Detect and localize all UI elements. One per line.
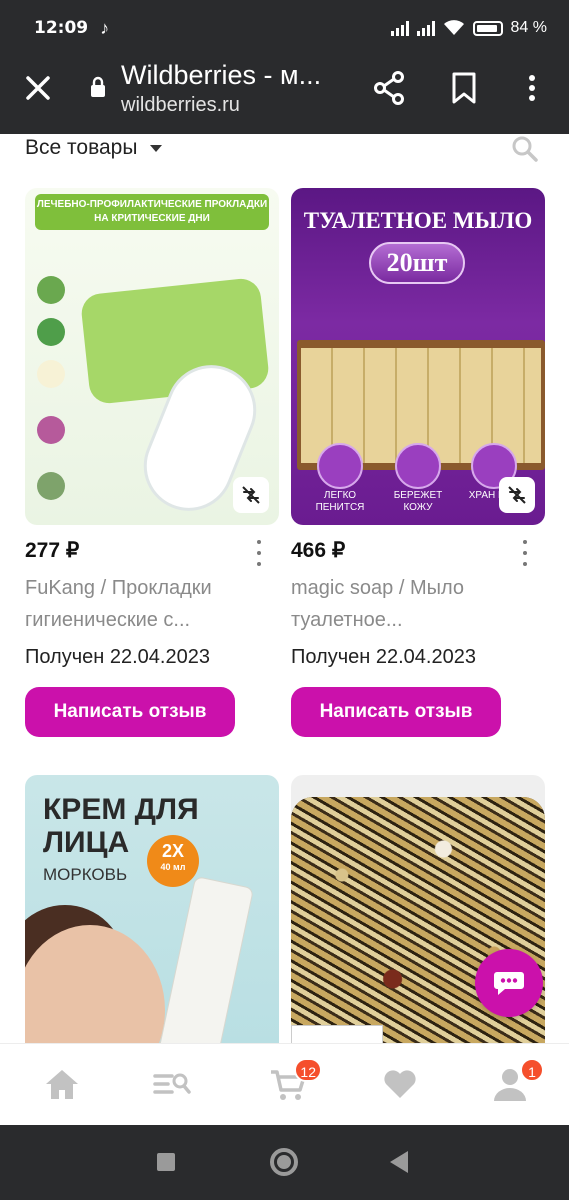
foam-icon xyxy=(317,443,363,489)
herb-echinacea-icon xyxy=(37,416,65,444)
image-badge: 2X 40 мл xyxy=(147,835,199,887)
status-indicators: 84 % xyxy=(390,19,547,37)
system-nav-bar xyxy=(0,1125,569,1200)
feature-label: БЕРЕЖЕТ КОЖУ xyxy=(393,490,443,513)
home-button-icon[interactable] xyxy=(270,1148,298,1176)
chevron-down-icon[interactable] xyxy=(150,145,162,152)
herb-chamomile-icon xyxy=(37,360,65,388)
product-price: 466 ₽ xyxy=(291,539,346,562)
received-date: Получен 22.04.2023 xyxy=(291,646,476,668)
cart-badge: 12 xyxy=(294,1058,322,1082)
filter-dropdown[interactable]: Все товары xyxy=(25,136,137,160)
package-label xyxy=(291,1025,383,1043)
hand-icon xyxy=(395,443,441,489)
feature-label: ЛЕГКО ПЕНИТСЯ xyxy=(315,490,365,513)
battery-percent: 84 % xyxy=(510,19,547,36)
herb-mint-icon xyxy=(37,318,65,346)
tiktok-icon: ♪ xyxy=(100,17,110,38)
nav-cart[interactable]: 12 xyxy=(268,1058,322,1102)
write-review-button[interactable]: Написать отзыв xyxy=(291,687,501,737)
image-title: ТУАЛЕТНОЕ МЫЛО xyxy=(303,208,533,233)
status-bar: 12:09 ♪ 84 % xyxy=(0,0,569,56)
favorites-icon[interactable] xyxy=(380,1066,420,1102)
share-icon[interactable] xyxy=(373,70,405,106)
product-image-1[interactable]: ЛЕЧЕБНО-ПРОФИЛАКТИЧЕСКИЕ ПРОКЛАДКИ НА КР… xyxy=(25,188,279,525)
product-description[interactable]: FuKang / Прокладки гигиенические с... xyxy=(25,572,265,636)
herb-aloe-icon xyxy=(37,276,65,304)
home-icon[interactable] xyxy=(42,1066,82,1102)
more-vert-icon[interactable] xyxy=(252,538,266,568)
battery-icon xyxy=(472,20,503,36)
status-time: 12:09 xyxy=(34,18,89,38)
recents-icon[interactable] xyxy=(157,1153,175,1171)
bottom-nav: 12 1 xyxy=(0,1043,569,1125)
catalog-search-icon[interactable] xyxy=(152,1066,192,1102)
close-icon[interactable] xyxy=(22,72,54,104)
page-url[interactable]: wildberries.ru xyxy=(121,94,240,117)
filter-row: Все товары xyxy=(0,134,569,164)
product-image-2[interactable]: ТУАЛЕТНОЕ МЫЛО 20шт ЛЕГКО ПЕНИТСЯ БЕРЕЖЕ… xyxy=(291,188,545,525)
product-description[interactable]: magic soap / Мыло туалетное... xyxy=(291,572,531,636)
write-review-button[interactable]: Написать отзыв xyxy=(25,687,235,737)
image-banner: ЛЕЧЕБНО-ПРОФИЛАКТИЧЕСКИЕ ПРОКЛАДКИ НА КР… xyxy=(35,194,269,230)
product-image-3[interactable]: КРЕМ ДЛЯ ЛИЦА МОРКОВЬ 2X 40 мл xyxy=(25,775,279,1043)
bookmark-icon[interactable] xyxy=(450,70,478,106)
chat-button[interactable] xyxy=(475,949,543,1017)
product-price: 277 ₽ xyxy=(25,539,80,562)
cream-tube xyxy=(155,875,255,1043)
signal-icon-2 xyxy=(416,20,435,36)
lock-icon xyxy=(91,76,105,97)
model-face xyxy=(25,925,165,1043)
similar-icon[interactable] xyxy=(499,477,535,513)
image-subtitle: МОРКОВЬ xyxy=(43,865,128,884)
chat-icon xyxy=(494,972,524,995)
nav-profile[interactable]: 1 xyxy=(490,1058,544,1102)
signal-icon xyxy=(390,20,409,36)
received-date: Получен 22.04.2023 xyxy=(25,646,210,668)
back-icon[interactable] xyxy=(390,1151,408,1173)
search-icon[interactable] xyxy=(510,134,540,164)
more-vert-icon[interactable] xyxy=(522,70,542,106)
similar-icon[interactable] xyxy=(233,477,269,513)
image-badge: 20шт xyxy=(369,242,465,284)
browser-toolbar: Wildberries - м... wildberries.ru xyxy=(0,56,569,134)
more-vert-icon[interactable] xyxy=(518,538,532,568)
herb-sage-icon xyxy=(37,472,65,500)
page-title[interactable]: Wildberries - м... xyxy=(121,60,336,91)
profile-badge: 1 xyxy=(520,1058,544,1082)
wifi-icon xyxy=(443,20,464,35)
